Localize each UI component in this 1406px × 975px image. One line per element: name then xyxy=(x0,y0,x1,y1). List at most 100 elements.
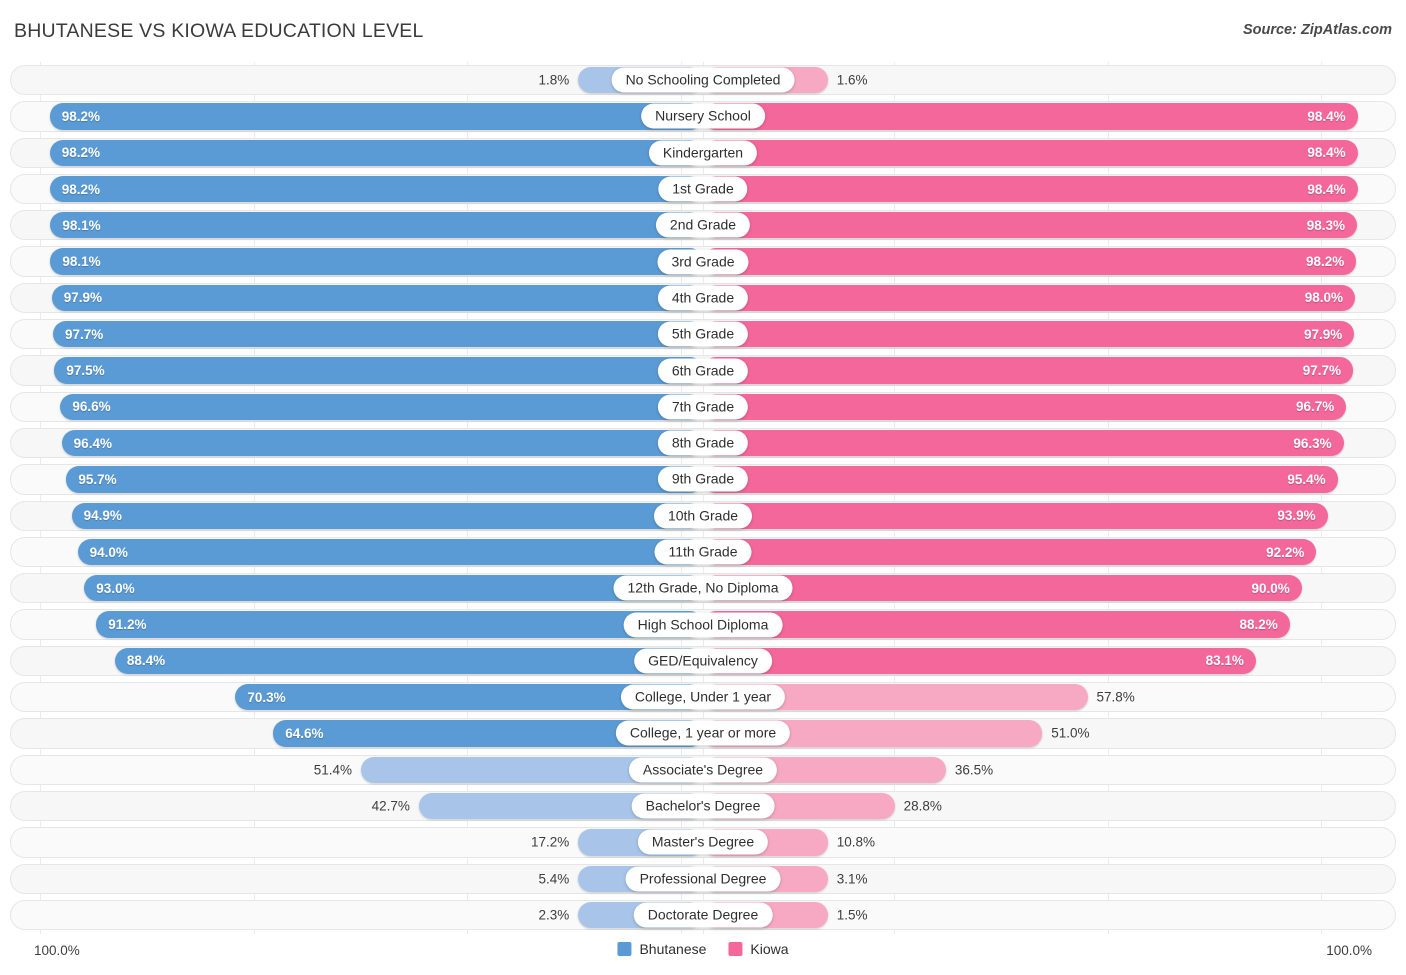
category-label: Associate's Degree xyxy=(628,757,778,783)
legend-item-bhutanese[interactable]: Bhutanese xyxy=(617,941,706,957)
bhutanese-bar[interactable]: 98.1% xyxy=(50,248,703,275)
bar-value-label: 98.1% xyxy=(62,217,101,233)
bhutanese-bar[interactable]: 97.9% xyxy=(51,284,703,312)
chart-row: 96.6% 96.7% 7th Grade xyxy=(10,389,1396,425)
kiowa-bar[interactable]: 92.2% xyxy=(703,538,1317,566)
kiowa-bar[interactable]: 83.1% xyxy=(703,647,1256,675)
kiowa-bar[interactable]: 97.9% xyxy=(703,321,1355,348)
kiowa-half: 1.5% xyxy=(703,901,1396,929)
bhutanese-bar[interactable]: 94.0% xyxy=(77,538,703,566)
bhutanese-half: 17.2% xyxy=(10,829,703,856)
chart-row: 17.2% 10.8% Master's Degree xyxy=(10,824,1396,860)
bhutanese-bar[interactable]: 98.1% xyxy=(50,212,703,239)
legend-label: Kiowa xyxy=(750,941,789,957)
bar-value-label: 57.8% xyxy=(1096,689,1135,705)
bar-value-label: 83.1% xyxy=(1205,653,1244,669)
chart-row: 96.4% 96.3% 8th Grade xyxy=(10,425,1396,461)
bhutanese-bar[interactable]: 94.9% xyxy=(71,502,703,529)
kiowa-bar[interactable]: 90.0% xyxy=(703,575,1302,602)
kiowa-half: 83.1% xyxy=(703,647,1396,675)
bar-value-label: 98.3% xyxy=(1306,217,1345,233)
bhutanese-half: 98.1% xyxy=(10,212,703,239)
bhutanese-bar[interactable]: 98.2% xyxy=(49,175,703,203)
chart-row: 2.3% 1.5% Doctorate Degree xyxy=(10,897,1396,933)
kiowa-bar[interactable]: 98.4% xyxy=(703,139,1358,166)
bar-value-label: 93.9% xyxy=(1277,508,1316,524)
chart-row: 98.2% 98.4% Kindergarten xyxy=(10,135,1396,171)
bar-value-label: 96.4% xyxy=(73,435,112,451)
bhutanese-bar[interactable]: 96.6% xyxy=(60,393,703,420)
chart-row: 98.1% 98.2% 3rd Grade xyxy=(10,243,1396,279)
chart-row: 93.0% 90.0% 12th Grade, No Diploma xyxy=(10,570,1396,606)
bhutanese-bar[interactable]: 95.7% xyxy=(66,466,703,493)
bar-value-label: 97.7% xyxy=(65,326,104,342)
bar-value-label: 51.0% xyxy=(1051,725,1090,741)
kiowa-half: 36.5% xyxy=(703,756,1396,783)
kiowa-bar[interactable]: 98.0% xyxy=(703,284,1355,312)
bhutanese-bar[interactable]: 97.7% xyxy=(53,321,703,348)
legend-item-kiowa[interactable]: Kiowa xyxy=(728,941,789,957)
kiowa-bar[interactable]: 97.7% xyxy=(703,357,1353,384)
bar-value-label: 93.0% xyxy=(96,580,135,596)
bar-value-label: 96.3% xyxy=(1293,435,1332,451)
kiowa-half: 88.2% xyxy=(703,611,1396,638)
kiowa-half: 10.8% xyxy=(703,829,1396,856)
bhutanese-bar[interactable]: 98.2% xyxy=(49,139,703,166)
category-label: 5th Grade xyxy=(657,321,749,347)
bar-value-label: 98.1% xyxy=(62,254,101,270)
bar-value-label: 92.2% xyxy=(1266,544,1305,560)
bar-value-label: 51.4% xyxy=(313,762,353,778)
bar-value-label: 96.7% xyxy=(1296,399,1335,415)
bar-value-label: 1.5% xyxy=(836,907,868,923)
kiowa-bar[interactable]: 93.9% xyxy=(703,502,1328,529)
chart-row: 91.2% 88.2% High School Diploma xyxy=(10,606,1396,642)
category-label: Nursery School xyxy=(641,103,765,129)
bhutanese-half: 95.7% xyxy=(10,466,703,493)
category-label: Professional Degree xyxy=(625,866,781,892)
source-attribution: Source: ZipAtlas.com xyxy=(1242,22,1392,38)
chart-row: 95.7% 95.4% 9th Grade xyxy=(10,461,1396,497)
kiowa-half: 98.3% xyxy=(703,212,1396,239)
bar-value-label: 95.7% xyxy=(78,471,117,487)
kiowa-half: 3.1% xyxy=(703,865,1396,892)
category-label: College, Under 1 year xyxy=(620,684,786,710)
bhutanese-bar[interactable]: 97.5% xyxy=(54,357,703,384)
chart-row: 98.2% 98.4% 1st Grade xyxy=(10,171,1396,207)
bar-value-label: 5.4% xyxy=(538,871,570,887)
bar-value-label: 91.2% xyxy=(108,617,147,633)
bhutanese-half: 64.6% xyxy=(10,720,703,747)
legend-swatch-icon xyxy=(728,942,743,956)
kiowa-bar[interactable]: 95.4% xyxy=(703,466,1338,493)
kiowa-bar[interactable]: 98.3% xyxy=(703,212,1357,239)
kiowa-bar[interactable]: 98.2% xyxy=(703,248,1357,275)
kiowa-bar[interactable]: 98.4% xyxy=(703,103,1358,130)
bhutanese-bar[interactable]: 93.0% xyxy=(84,575,703,602)
bhutanese-half: 91.2% xyxy=(10,611,703,638)
bar-value-label: 98.2% xyxy=(61,181,100,197)
bar-value-label: 88.4% xyxy=(126,653,166,669)
bhutanese-half: 42.7% xyxy=(10,792,703,820)
bar-value-label: 1.8% xyxy=(538,72,570,88)
bhutanese-bar[interactable]: 98.2% xyxy=(49,103,703,130)
bar-value-label: 70.3% xyxy=(247,689,286,705)
kiowa-bar[interactable]: 98.4% xyxy=(703,175,1358,203)
bhutanese-half: 5.4% xyxy=(10,865,703,892)
bhutanese-half: 97.7% xyxy=(10,321,703,348)
bar-value-label: 98.4% xyxy=(1307,181,1346,197)
bhutanese-bar[interactable]: 88.4% xyxy=(114,647,703,675)
kiowa-bar[interactable]: 96.3% xyxy=(703,429,1344,457)
bhutanese-half: 97.9% xyxy=(10,284,703,312)
kiowa-bar[interactable]: 88.2% xyxy=(703,611,1290,638)
chart-row: 1.8% 1.6% No Schooling Completed xyxy=(10,62,1396,98)
category-label: 2nd Grade xyxy=(655,212,751,238)
bhutanese-bar[interactable]: 96.4% xyxy=(61,429,703,457)
chart-page: BHUTANESE VS KIOWA EDUCATION LEVEL Sourc… xyxy=(0,0,1406,975)
bhutanese-bar[interactable]: 91.2% xyxy=(96,611,703,638)
category-label: 4th Grade xyxy=(657,285,749,311)
kiowa-half: 95.4% xyxy=(703,466,1396,493)
kiowa-half: 97.7% xyxy=(703,357,1396,384)
kiowa-bar[interactable]: 96.7% xyxy=(703,393,1347,420)
bar-value-label: 96.6% xyxy=(72,399,111,415)
bar-value-label: 17.2% xyxy=(530,834,570,850)
bhutanese-half: 2.3% xyxy=(10,901,703,929)
